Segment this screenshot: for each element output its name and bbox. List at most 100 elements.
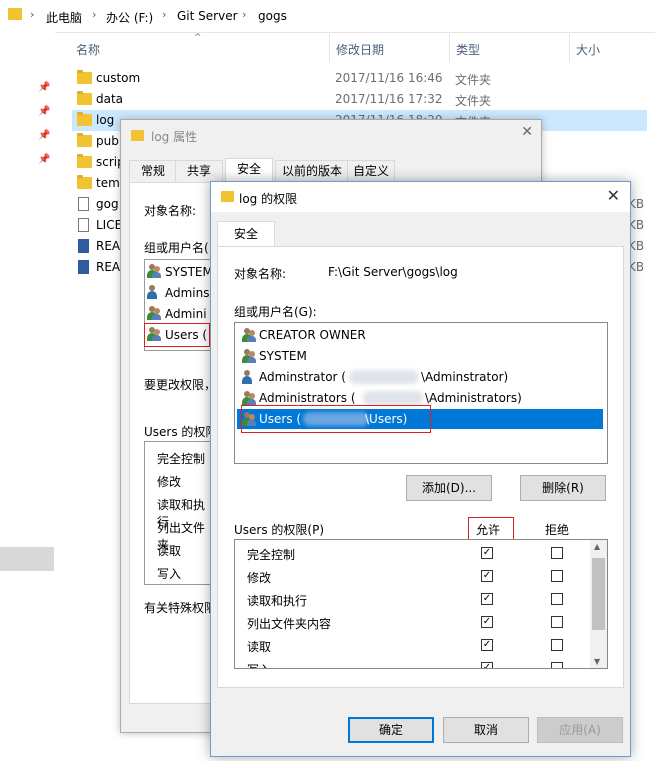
nav-selected-item[interactable]: [0, 547, 54, 571]
permission-row: 读取和执行 ✓: [235, 588, 590, 611]
file-name: REA: [96, 239, 121, 253]
breadcrumb-this-pc[interactable]: 此电脑: [46, 9, 82, 26]
title-bar[interactable]: log 的权限 ✕: [211, 182, 630, 212]
deny-header: 拒绝: [545, 523, 570, 537]
highlight-box: [241, 405, 431, 433]
chevron-right-icon: ›: [30, 8, 35, 21]
file-row[interactable]: data 2017/11/16 17:32 文件夹: [72, 89, 647, 110]
users-group-icon: [147, 264, 161, 278]
pin-icon: 📌: [38, 154, 51, 165]
column-header-date[interactable]: 修改日期: [336, 41, 384, 58]
group-users-list[interactable]: CREATOR OWNER SYSTEM Adminstrator ( \Adm…: [234, 322, 608, 464]
column-header-type[interactable]: 类型: [456, 41, 480, 58]
users-group-icon: [147, 306, 161, 320]
user-item[interactable]: Admini: [165, 307, 207, 321]
users-group-icon: [242, 328, 256, 342]
column-header-size[interactable]: 大小: [576, 41, 600, 58]
user-suffix: \Adminstrator): [421, 370, 509, 384]
breadcrumb-git-server[interactable]: Git Server: [177, 9, 238, 23]
user-name: Administrators (: [259, 391, 356, 405]
redacted-text: [363, 391, 423, 405]
deny-checkbox[interactable]: [551, 662, 563, 668]
folder-icon: [77, 154, 92, 168]
file-name: gog: [96, 197, 119, 211]
permissions-list[interactable]: 完全控制 ✓ 修改 ✓ 读取和执行 ✓ 列出文件夹内容 ✓ 读取 ✓ ✓ ▲ ▼: [234, 539, 608, 669]
group-users-label: 组或用户名(: [144, 241, 209, 255]
object-name-value: F:\Git Server\gogs\log: [328, 265, 458, 279]
user-item[interactable]: SYSTEM: [165, 265, 213, 279]
file-date: 2017/11/16 17:32: [335, 92, 443, 106]
close-icon[interactable]: ✕: [521, 124, 533, 140]
dialog-title: log 属性: [151, 130, 198, 144]
chevron-right-icon: ›: [92, 8, 97, 21]
allow-checkbox[interactable]: ✓: [481, 662, 493, 668]
file-name: REA: [96, 260, 121, 274]
close-icon[interactable]: ✕: [607, 186, 620, 205]
user-name: SYSTEM: [259, 349, 307, 363]
apply-button[interactable]: 应用(A): [537, 717, 623, 743]
allow-checkbox[interactable]: ✓: [481, 593, 493, 605]
tab-sharing[interactable]: 共享: [175, 160, 223, 182]
users-group-icon: [242, 349, 256, 363]
breadcrumb-gogs[interactable]: gogs: [258, 9, 287, 23]
object-name-label: 对象名称:: [234, 267, 287, 281]
tab-security[interactable]: 安全: [217, 221, 275, 248]
deny-checkbox[interactable]: [551, 639, 563, 651]
file-row[interactable]: custom 2017/11/16 16:46 文件夹: [72, 68, 647, 89]
add-button[interactable]: 添加(D)...: [406, 475, 492, 501]
object-name-label: 对象名称:: [144, 204, 197, 218]
scroll-down-icon[interactable]: ▼: [594, 657, 600, 666]
permission-name: 完全控制: [157, 452, 206, 466]
user-item[interactable]: Admins: [165, 286, 210, 300]
redacted-text: [349, 370, 419, 384]
deny-checkbox[interactable]: [551, 616, 563, 628]
scroll-up-icon[interactable]: ▲: [594, 542, 600, 551]
deny-checkbox[interactable]: [551, 570, 563, 582]
address-bar[interactable]: › 此电脑 › 办公 (F:) › Git Server › gogs: [0, 0, 655, 33]
executable-icon: [78, 197, 89, 211]
chevron-right-icon: ›: [162, 8, 167, 21]
permission-row: 读取 ✓: [235, 634, 590, 657]
ok-button[interactable]: 确定: [348, 717, 434, 743]
file-name: LICE: [96, 218, 123, 232]
folder-icon: [77, 175, 92, 189]
user-name: CREATOR OWNER: [259, 328, 366, 342]
allow-checkbox[interactable]: ✓: [481, 616, 493, 628]
users-group-icon: [242, 391, 256, 405]
permission-row: 完全控制 ✓: [235, 542, 590, 565]
folder-icon: [221, 191, 234, 202]
cancel-button[interactable]: 取消: [443, 717, 529, 743]
user-item-system[interactable]: SYSTEM: [241, 346, 605, 366]
allow-checkbox[interactable]: ✓: [481, 570, 493, 582]
permissions-scrollbar[interactable]: ▲ ▼: [590, 540, 607, 668]
tab-security[interactable]: 安全: [225, 158, 273, 183]
user-icon: [242, 370, 256, 384]
sort-arrow-icon: ^: [194, 33, 202, 43]
tab-previous-versions[interactable]: 以前的版本: [275, 160, 349, 182]
highlight-box: [144, 323, 210, 347]
allow-checkbox[interactable]: ✓: [481, 639, 493, 651]
tab-customize[interactable]: 自定义: [347, 160, 395, 182]
navigation-pane[interactable]: 📌 📌 📌 📌: [0, 32, 55, 761]
deny-checkbox[interactable]: [551, 593, 563, 605]
permission-row: 修改 ✓: [235, 565, 590, 588]
user-item-creator-owner[interactable]: CREATOR OWNER: [241, 325, 605, 345]
dialog-title: log 的权限: [239, 192, 298, 206]
tab-general[interactable]: 常规: [129, 160, 177, 182]
permissions-dialog[interactable]: log 的权限 ✕ 安全 对象名称: F:\Git Server\gogs\lo…: [210, 181, 631, 757]
scrollbar-thumb[interactable]: [592, 558, 605, 630]
permission-name: 写入: [157, 567, 182, 581]
remove-button[interactable]: 删除(R): [520, 475, 606, 501]
permission-name: 写入: [247, 661, 271, 668]
folder-icon: [77, 70, 92, 84]
permissions-list[interactable]: 完全控制 修改 读取和执行 列出文件夹 读取 写入: [144, 441, 216, 585]
column-header-name[interactable]: 名称: [76, 41, 100, 58]
folder-icon: [8, 8, 22, 20]
column-divider: [329, 34, 330, 62]
deny-checkbox[interactable]: [551, 547, 563, 559]
breadcrumb-drive[interactable]: 办公 (F:): [106, 9, 153, 26]
allow-checkbox[interactable]: ✓: [481, 547, 493, 559]
pin-icon: 📌: [38, 130, 51, 141]
permissions-label: Users 的权限: [144, 425, 218, 439]
user-item-adminstrator[interactable]: Adminstrator ( \Adminstrator): [241, 367, 605, 387]
